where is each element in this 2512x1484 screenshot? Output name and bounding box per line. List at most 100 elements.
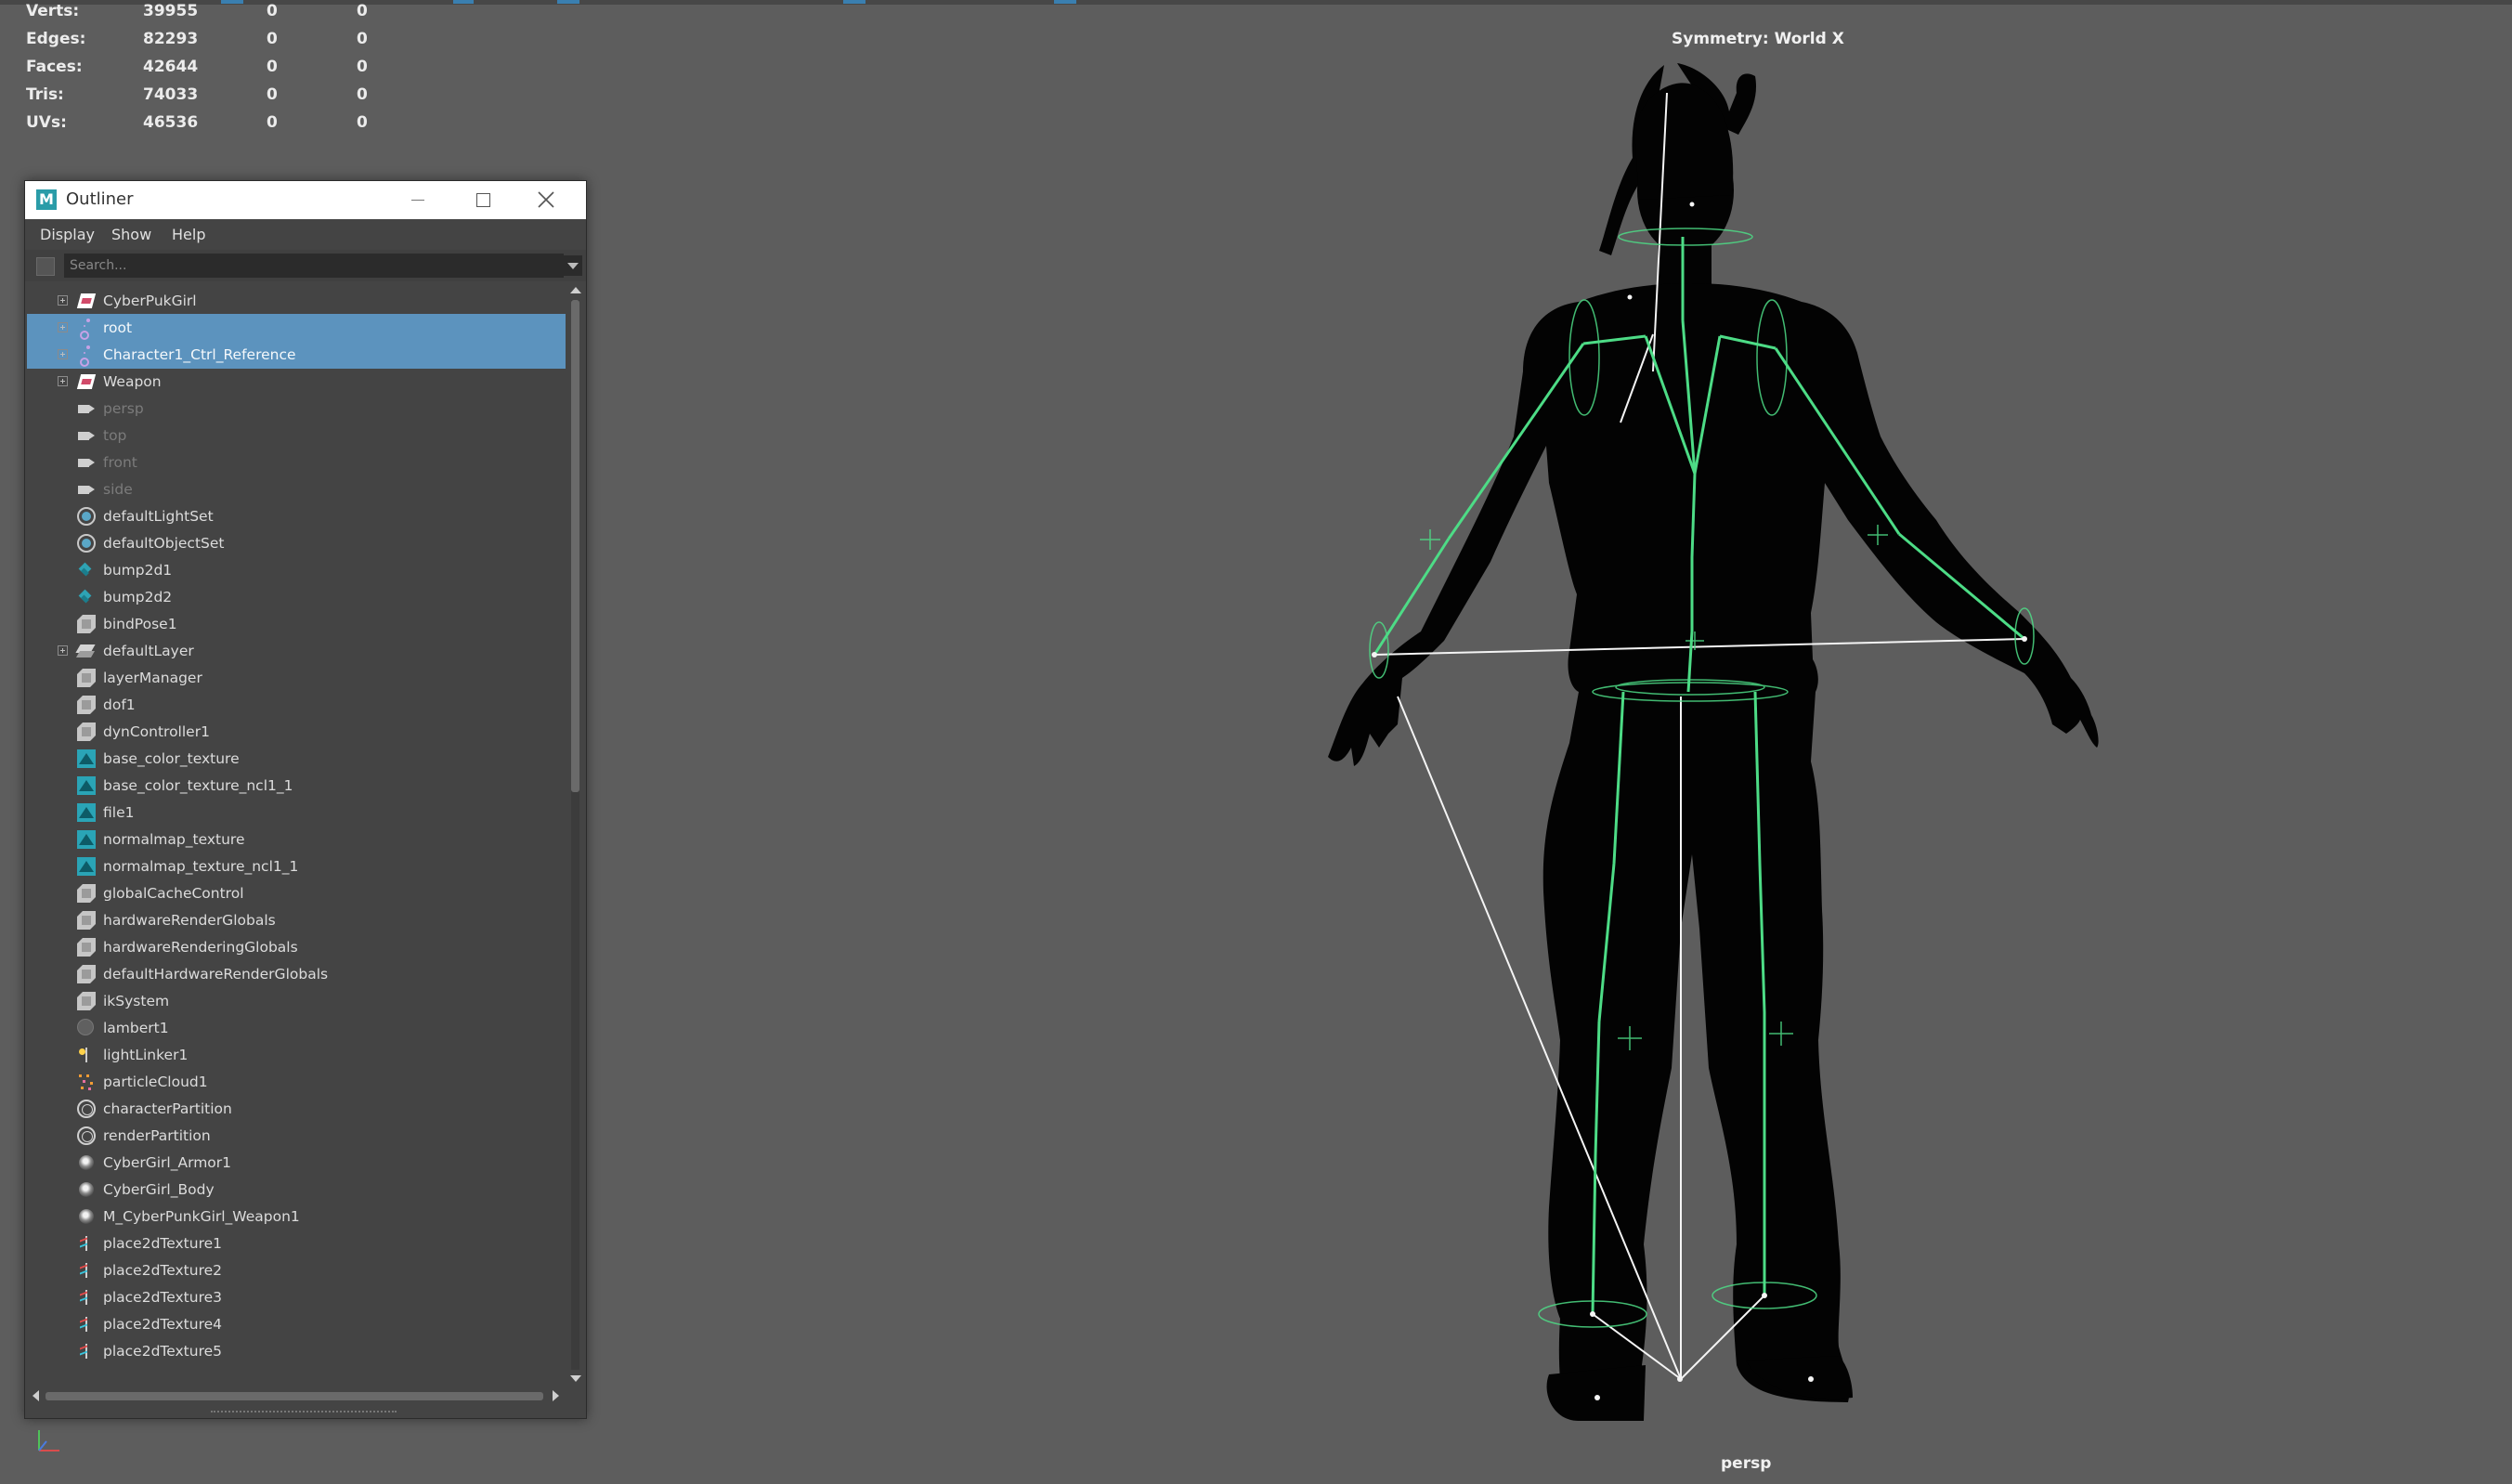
scroll-thumb[interactable] <box>571 300 579 792</box>
close-button[interactable] <box>514 181 579 219</box>
outliner-item[interactable]: root <box>27 314 566 342</box>
node-icon <box>77 696 96 714</box>
outliner-item[interactable]: globalCacheControl <box>27 879 566 907</box>
outliner-item[interactable]: place2dTexture1 <box>27 1230 566 1257</box>
menu-show[interactable]: Show <box>111 226 151 243</box>
outliner-item[interactable]: front <box>27 449 566 476</box>
outliner-item[interactable]: layerManager <box>27 664 566 692</box>
expand-toggle-icon[interactable] <box>58 349 68 359</box>
outliner-item[interactable]: lightLinker1 <box>27 1041 566 1069</box>
node-icon <box>77 938 96 957</box>
hud-label: Faces: <box>26 58 83 76</box>
outliner-item[interactable]: lambert1 <box>27 1014 566 1042</box>
outliner-item-label: lightLinker1 <box>103 1047 189 1063</box>
outliner-item[interactable]: side <box>27 475 566 503</box>
outliner-item[interactable]: hardwareRenderGlobals <box>27 906 566 934</box>
outliner-item[interactable]: dynController1 <box>27 718 566 746</box>
outliner-item-label: particleCloud1 <box>103 1074 208 1090</box>
outliner-item[interactable]: normalmap_texture <box>27 826 566 853</box>
outliner-item[interactable]: M_CyberPunkGirl_Weapon1 <box>27 1203 566 1230</box>
expand-toggle-icon[interactable] <box>58 295 68 306</box>
outliner-item[interactable]: defaultLayer <box>27 637 566 665</box>
hud-label: UVs: <box>26 113 67 132</box>
outliner-item[interactable]: CyberGirl_Armor1 <box>27 1149 566 1177</box>
outliner-item-label: hardwareRenderingGlobals <box>103 939 298 956</box>
outliner-item[interactable]: bump2d2 <box>27 583 566 611</box>
horizontal-scrollbar[interactable] <box>33 1388 580 1403</box>
outliner-item[interactable]: place2dTexture5 <box>27 1337 566 1365</box>
outliner-item-label: Weapon <box>103 373 162 390</box>
scroll-right-arrow-icon[interactable] <box>553 1390 559 1401</box>
search-input[interactable] <box>64 254 564 278</box>
outliner-item[interactable]: place2dTexture3 <box>27 1283 566 1311</box>
scroll-up-arrow-icon[interactable] <box>570 287 581 293</box>
outliner-item[interactable]: dof1 <box>27 691 566 719</box>
outliner-item-label: defaultObjectSet <box>103 535 225 552</box>
hud-label: Edges: <box>26 30 86 48</box>
outliner-item[interactable]: Weapon <box>27 368 566 396</box>
outliner-item[interactable]: persp <box>27 395 566 423</box>
hud-row-edges: Edges: 82293 0 0 <box>26 30 379 58</box>
outliner-item[interactable]: renderPartition <box>27 1122 566 1150</box>
outliner-item[interactable]: bump2d1 <box>27 556 566 584</box>
outliner-item[interactable]: characterPartition <box>27 1095 566 1123</box>
outliner-item[interactable]: defaultHardwareRenderGlobals <box>27 960 566 988</box>
outliner-item[interactable]: hardwareRenderingGlobals <box>27 933 566 961</box>
hud-value: 74033 <box>143 85 199 104</box>
outliner-item-label: bindPose1 <box>103 616 177 632</box>
outliner-window[interactable]: M Outliner Display Show Help CyberPukGir… <box>24 180 587 1419</box>
outliner-item[interactable]: normalmap_texture_ncl1_1 <box>27 853 566 880</box>
expand-toggle-icon[interactable] <box>58 645 68 656</box>
outliner-item[interactable]: bindPose1 <box>27 610 566 638</box>
outliner-item[interactable]: Character1_Ctrl_Reference <box>27 341 566 369</box>
shader-icon <box>79 1209 94 1224</box>
vertical-scrollbar[interactable] <box>567 287 582 1383</box>
outliner-item-label: bump2d1 <box>103 562 173 579</box>
place2d-icon <box>77 1261 96 1280</box>
resize-grip[interactable] <box>211 1411 397 1415</box>
hud-value: 0 <box>267 58 278 76</box>
scroll-left-arrow-icon[interactable] <box>33 1390 39 1401</box>
scroll-thumb[interactable] <box>46 1392 543 1400</box>
outliner-item-label: place2dTexture1 <box>103 1235 223 1252</box>
outliner-item-label: ikSystem <box>103 993 170 1009</box>
outliner-item[interactable]: CyberGirl_Body <box>27 1176 566 1204</box>
expand-toggle-icon[interactable] <box>58 376 68 386</box>
outliner-item-label: persp <box>103 400 144 417</box>
outliner-item-label: defaultLayer <box>103 643 194 659</box>
expand-toggle-icon[interactable] <box>58 322 68 332</box>
scroll-down-arrow-icon[interactable] <box>570 1375 581 1382</box>
outliner-item[interactable]: particleCloud1 <box>27 1068 566 1096</box>
outliner-tree[interactable]: CyberPukGirl root Character1_Ctrl_Referenc… <box>27 287 566 1383</box>
node-icon <box>77 992 96 1010</box>
hud-value: 39955 <box>143 2 199 20</box>
maximize-button[interactable] <box>449 181 514 219</box>
menu-help[interactable]: Help <box>172 226 205 243</box>
outliner-item[interactable]: top <box>27 422 566 449</box>
outliner-item[interactable]: base_color_texture <box>27 745 566 773</box>
camera-icon <box>77 399 96 418</box>
shader-icon <box>79 1182 94 1197</box>
bump-icon <box>77 588 94 605</box>
lambert-icon <box>77 1019 94 1035</box>
outliner-item-label: side <box>103 481 133 498</box>
outliner-titlebar[interactable]: M Outliner <box>25 181 586 219</box>
hud-value: 0 <box>357 58 368 76</box>
outliner-item[interactable]: file1 <box>27 799 566 827</box>
node-icon <box>77 965 96 983</box>
outliner-item[interactable]: place2dTexture2 <box>27 1256 566 1284</box>
outliner-item[interactable]: defaultLightSet <box>27 502 566 530</box>
menu-display[interactable]: Display <box>40 226 95 243</box>
minimize-button[interactable] <box>384 181 449 219</box>
filter-icon[interactable] <box>36 257 55 276</box>
texture-icon <box>77 857 96 876</box>
outliner-item[interactable]: place2dTexture4 <box>27 1310 566 1338</box>
outliner-item[interactable]: defaultObjectSet <box>27 529 566 557</box>
search-options-dropdown[interactable] <box>564 255 582 276</box>
search-bar <box>25 250 586 281</box>
outliner-item[interactable]: ikSystem <box>27 987 566 1015</box>
outliner-item-label: layerManager <box>103 670 202 686</box>
outliner-item[interactable]: CyberPukGirl <box>27 287 566 315</box>
outliner-item[interactable]: base_color_texture_ncl1_1 <box>27 772 566 800</box>
hud-value: 0 <box>357 30 368 48</box>
